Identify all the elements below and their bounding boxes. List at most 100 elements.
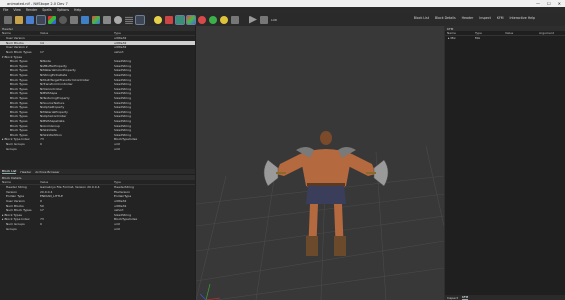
move-icon[interactable] (48, 15, 56, 24)
column-name[interactable]: Name (445, 31, 475, 35)
details-tree[interactable]: Header String Gamebryo File Format, Versi… (0, 185, 195, 231)
cell-value[interactable]: NiMaterialProperty (40, 110, 114, 114)
cell-value[interactable]: 73 (40, 217, 114, 221)
cell-value[interactable]: 0 (40, 142, 114, 146)
column-argument[interactable]: Argument (539, 31, 564, 35)
list-item[interactable]: ▸ Mix Mix (445, 36, 565, 41)
table-row[interactable]: Groups uint (0, 226, 195, 231)
cell-value[interactable]: 17 (40, 50, 114, 54)
close-button[interactable]: ✕ (558, 1, 561, 6)
save-icon[interactable] (26, 15, 34, 24)
menu-spells[interactable]: Spells (42, 8, 51, 12)
column-type[interactable]: Type (475, 31, 505, 35)
vertex-colors-icon[interactable] (186, 14, 196, 25)
cell-value[interactable]: ENDIAN_LITTLE (40, 194, 114, 198)
cell-value[interactable]: NiBSIShape (40, 91, 114, 95)
cell-value[interactable]: 0 (40, 222, 114, 226)
tab-header[interactable]: Header (20, 170, 31, 174)
menu-help[interactable]: Help (74, 8, 81, 12)
cell-value[interactable]: NiAlphaController (40, 114, 114, 118)
cell-value[interactable]: NiMaterialColorProperty (40, 68, 114, 72)
header-tree[interactable]: User Version ulittle32 Num Blocks 14 ulittle… (0, 36, 195, 151)
table-row[interactable]: Groups uint (0, 146, 195, 151)
cell-value[interactable]: NiNode (40, 59, 114, 63)
textures-icon[interactable] (175, 14, 185, 25)
table-row[interactable]: Version 20.0.0.4 FileVersion (0, 190, 195, 195)
table-row[interactable]: Num Blocks 14 ulittle32 (0, 40, 195, 46)
table-row[interactable]: Block Types NiBSIShape SizedString (0, 91, 195, 96)
table-row[interactable]: User Version 0 ulittle32 (0, 199, 195, 204)
grid-icon[interactable] (125, 15, 133, 24)
cell-value[interactable]: NiBSIShapeData (40, 119, 114, 123)
table-row[interactable]: Num Blocks 50 ulittle32 (0, 203, 195, 208)
cell-value[interactable]: NiAlphaProperty (40, 105, 114, 109)
cell-value[interactable]: NiVisController (40, 87, 114, 91)
table-row[interactable]: Num Block Types 17 ushort (0, 208, 195, 213)
light-bulb-icon[interactable] (154, 15, 162, 24)
column-type[interactable]: Type (114, 31, 184, 35)
table-row[interactable]: Block Types NiAnimGroup SizedString (0, 123, 195, 128)
cell-value[interactable]: NiTexturingProperty (40, 96, 114, 100)
table-row[interactable]: Block Types NiZBufferProperty SizedString (0, 64, 195, 69)
tab-kfm[interactable]: KFM (461, 295, 469, 300)
table-row[interactable]: Endian Type ENDIAN_LITTLE EndianType (0, 194, 195, 199)
cell-value[interactable]: NiTransformController (40, 82, 114, 86)
table-row[interactable]: Block Types NiSkinPartition SizedString (0, 132, 195, 137)
scale-icon[interactable] (70, 15, 78, 24)
cell-value[interactable]: NiAnimGroup (40, 124, 114, 128)
menu-view[interactable]: View (13, 8, 21, 12)
cell-value[interactable]: 17 (40, 208, 114, 212)
table-row[interactable]: Num Block Types 17 ushort (0, 50, 195, 55)
table-row[interactable]: Block Types NiVisController SizedString (0, 87, 195, 92)
open-icon[interactable] (15, 15, 23, 24)
settings-icon[interactable] (135, 14, 145, 25)
table-row[interactable]: Block Types NiTexturingProperty SizedStrin… (0, 96, 195, 101)
menu-render[interactable]: Render (26, 8, 37, 12)
table-row[interactable]: Block Types NiSourceTexture SizedString (0, 100, 195, 105)
wire-icon[interactable] (165, 15, 173, 24)
camera-icon[interactable] (231, 15, 239, 24)
glow-icon[interactable] (209, 15, 217, 24)
table-row[interactable]: Block Types NiMaterialColorProperty SizedS… (0, 68, 195, 73)
tab-inspect[interactable]: Inspect (447, 296, 458, 300)
cell-value[interactable]: 73 (40, 137, 114, 141)
table-row[interactable]: Block Types NiMaterialProperty SizedString (0, 110, 195, 115)
cell-value[interactable]: NiSourceTexture (40, 101, 114, 105)
cell-value[interactable]: 0 (40, 199, 114, 203)
table-row[interactable]: Header String Gamebryo File Format, Versi… (0, 185, 195, 190)
cell-value[interactable]: 20.0.0.4 (40, 190, 114, 194)
menu-file[interactable]: File (3, 8, 8, 12)
shading-icon[interactable] (103, 15, 111, 24)
table-row[interactable]: Block Types NiSkinData SizedString (0, 128, 195, 133)
column-value[interactable]: Value (40, 180, 114, 184)
tab-archive-browser[interactable]: Archive Browser (35, 170, 59, 174)
column-name[interactable]: Name (0, 31, 40, 35)
toolbar-tab-interactive-help[interactable]: Interactive Help (510, 16, 535, 20)
column-value[interactable]: Value (40, 31, 114, 35)
table-row[interactable]: Block Types NiAlphaProperty SizedString (0, 105, 195, 110)
table-row[interactable]: Block Types NiTransformController SizedStr… (0, 82, 195, 87)
column-value[interactable]: Value (505, 31, 539, 35)
table-row[interactable]: Block Types NiAlphaController SizedString (0, 114, 195, 119)
tab-block-list[interactable]: Block List (2, 169, 17, 174)
cell-value[interactable]: 50 (40, 204, 114, 208)
table-row[interactable]: Num Groups 0 uint (0, 222, 195, 227)
select-icon[interactable] (36, 14, 46, 25)
color-cube-icon[interactable] (92, 15, 100, 24)
table-row[interactable]: Block Types NiMultiTargetTransformControl… (0, 77, 195, 82)
toolbar-tab-inspect[interactable]: Inspect (479, 16, 491, 20)
cell-value[interactable]: NiSkinPartition (40, 133, 114, 137)
rotate-icon[interactable] (59, 15, 67, 24)
column-name[interactable]: Name (0, 180, 40, 184)
cell-value[interactable]: NiZBufferProperty (40, 64, 114, 68)
cube-icon[interactable] (81, 15, 89, 24)
play-icon[interactable] (249, 15, 257, 24)
maximize-button[interactable]: ☐ (547, 1, 551, 6)
toolbar-tab-kfm[interactable]: KFM (497, 16, 504, 20)
table-row[interactable]: Block Types NiNode SizedString (0, 59, 195, 64)
table-row[interactable]: ▸ Block Type Index 73 BlockTypeIndex (0, 137, 195, 142)
cell-value[interactable]: NiMultiTargetTransformController (40, 78, 114, 82)
table-row[interactable]: Num Groups 0 uint (0, 142, 195, 147)
toolbar-tab-header[interactable]: Header (462, 16, 474, 20)
toolbar-tab-block-details[interactable]: Block Details (435, 16, 456, 20)
